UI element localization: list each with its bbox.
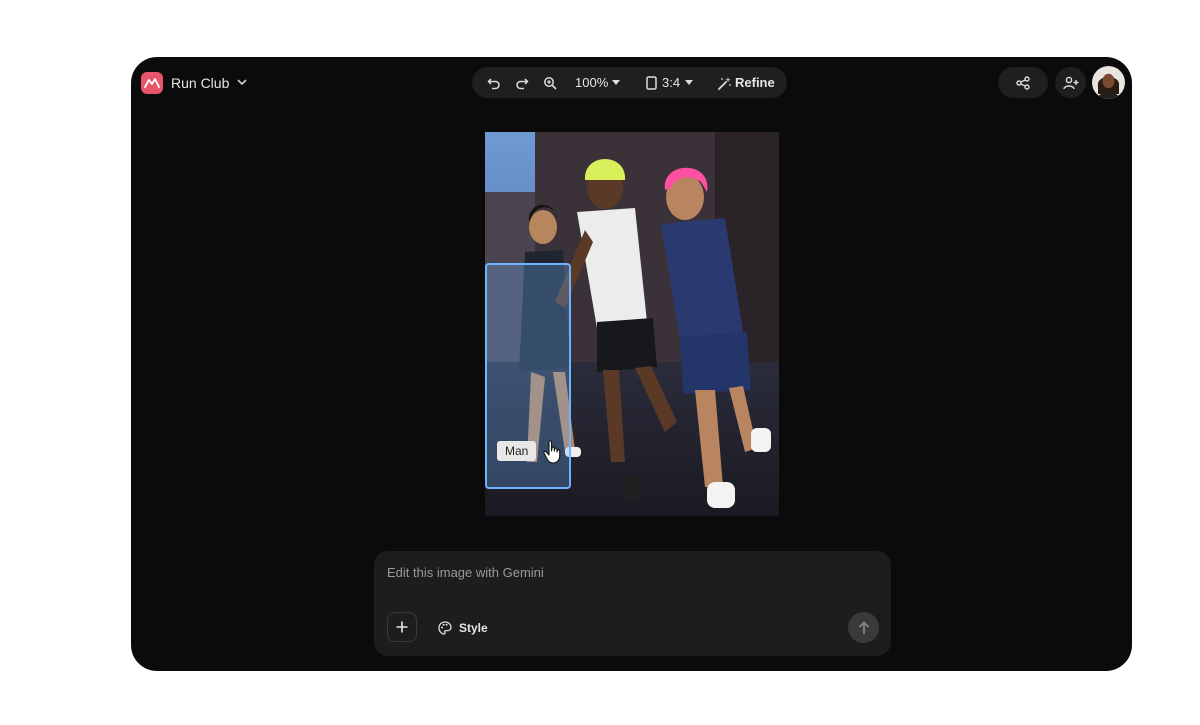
avatar[interactable] xyxy=(1092,66,1125,99)
send-arrow-icon[interactable] xyxy=(848,612,879,643)
chevron-down-icon[interactable] xyxy=(235,75,249,89)
palette-icon[interactable] xyxy=(437,620,453,636)
prompt-panel: Edit this image with Gemini Style xyxy=(374,551,891,656)
add-person-button[interactable] xyxy=(1055,67,1086,98)
aspect-dropdown-icon[interactable] xyxy=(684,78,694,86)
edited-photo[interactable]: Man xyxy=(485,132,779,516)
zoom-in-icon[interactable] xyxy=(542,75,558,91)
zoom-level[interactable]: 100% xyxy=(575,75,608,90)
share-button[interactable] xyxy=(998,67,1048,98)
style-button[interactable]: Style xyxy=(459,621,488,635)
plus-icon xyxy=(396,621,408,633)
refine-button[interactable]: Refine xyxy=(735,75,775,90)
undo-icon[interactable] xyxy=(486,75,502,91)
prompt-input[interactable]: Edit this image with Gemini xyxy=(387,565,857,580)
magic-wand-icon[interactable] xyxy=(716,75,732,91)
share-icon xyxy=(1016,75,1030,90)
add-button[interactable] xyxy=(387,612,417,642)
zoom-dropdown-icon[interactable] xyxy=(611,78,621,86)
selection-label: Man xyxy=(497,441,537,461)
editor-toolbar: 100% 3:4 Refine xyxy=(472,67,787,98)
add-person-icon xyxy=(1062,76,1078,89)
hand-pointer-icon xyxy=(541,438,565,466)
app-window: Run Club 100% 3:4 Refine Man Edit this i… xyxy=(131,57,1132,671)
aspect-ratio-value[interactable]: 3:4 xyxy=(662,75,680,90)
redo-icon[interactable] xyxy=(514,75,530,91)
app-logo-icon[interactable] xyxy=(141,72,163,94)
project-name[interactable]: Run Club xyxy=(171,75,229,91)
aspect-ratio-icon[interactable] xyxy=(644,75,658,91)
